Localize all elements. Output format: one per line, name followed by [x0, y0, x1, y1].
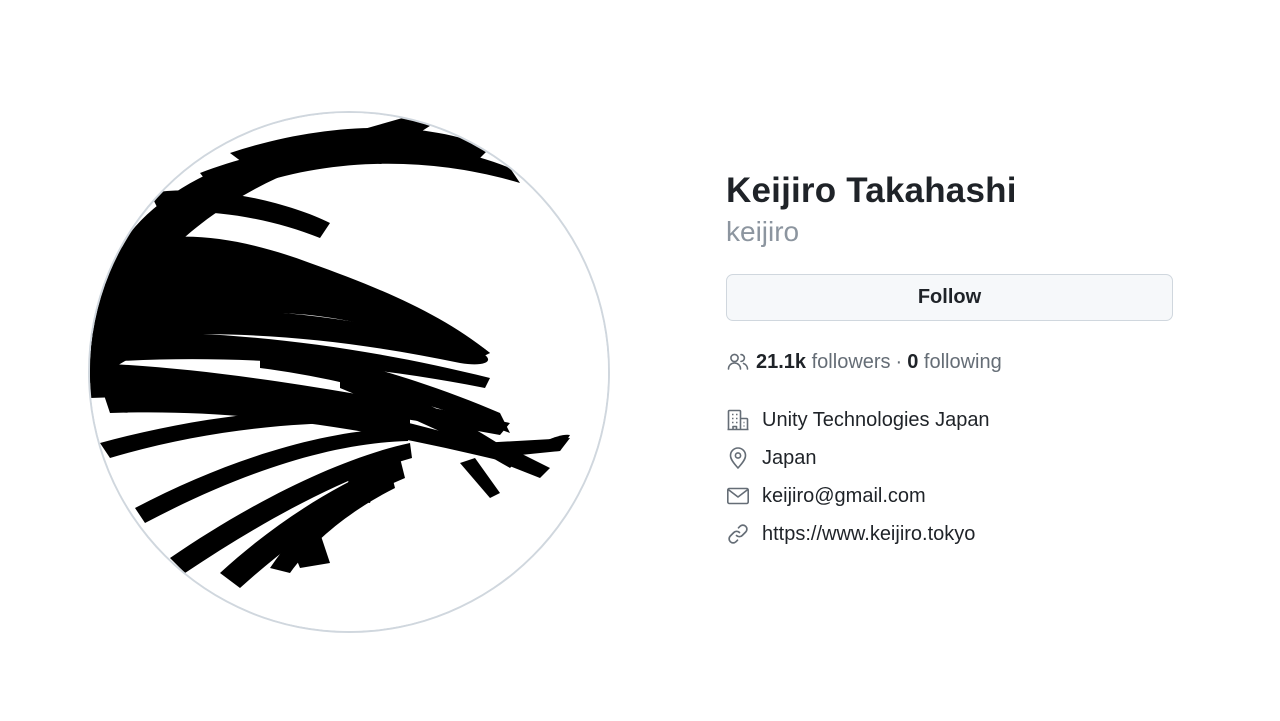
detail-location: Japan	[726, 439, 1173, 477]
location-text: Japan	[762, 446, 817, 469]
followers-link[interactable]: 21.1k followers	[756, 349, 891, 375]
avatar-image	[90, 113, 608, 631]
followers-label: followers	[811, 351, 891, 373]
organization-icon	[726, 408, 750, 432]
people-icon	[726, 350, 750, 374]
follow-stats: 21.1k followers · 0 following	[726, 349, 1173, 375]
detail-website: https://www.keijiro.tokyo	[726, 515, 1173, 553]
detail-email: keijiro@gmail.com	[726, 477, 1173, 515]
mail-icon	[726, 484, 750, 508]
following-link[interactable]: 0 following	[907, 349, 1002, 375]
username: keijiro	[726, 216, 800, 247]
location-icon	[726, 446, 750, 470]
following-label: following	[923, 351, 1002, 373]
stats-separator: ·	[895, 351, 903, 373]
profile-info: Keijiro Takahashi keijiro Follow 21.1k f…	[726, 168, 1173, 553]
followers-count: 21.1k	[756, 351, 807, 373]
follow-button[interactable]: Follow	[726, 274, 1173, 321]
full-name: Keijiro Takahashi	[726, 171, 1017, 210]
email-link[interactable]: keijiro@gmail.com	[762, 485, 926, 508]
profile-details: Unity Technologies Japan Japan keijiro@g…	[726, 401, 1173, 553]
website-link[interactable]: https://www.keijiro.tokyo	[762, 523, 975, 546]
following-count: 0	[907, 351, 919, 373]
avatar[interactable]	[90, 113, 608, 631]
detail-organization: Unity Technologies Japan	[726, 401, 1173, 439]
profile-card: Keijiro Takahashi keijiro Follow 21.1k f…	[0, 0, 1280, 721]
link-icon	[726, 522, 750, 546]
organization-name: Unity Technologies Japan	[762, 408, 990, 431]
